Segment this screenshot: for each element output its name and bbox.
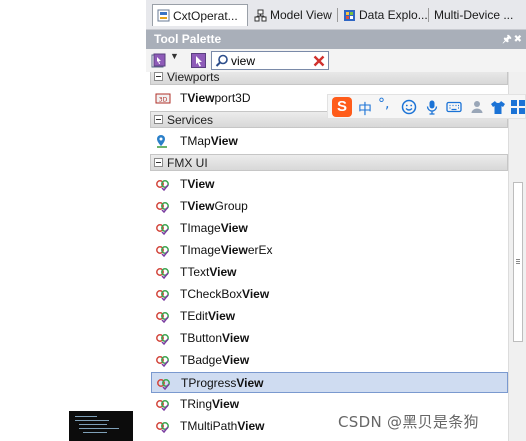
fmx-component-icon xyxy=(156,268,169,280)
ime-punctuation-toggle[interactable]: °, xyxy=(378,96,389,112)
fmx-component-icon xyxy=(156,202,169,214)
palette-toolbar: ▼ xyxy=(146,49,526,72)
pin-icon[interactable]: 🖈 xyxy=(502,34,513,45)
panel-window-buttons: 🖈✖ xyxy=(502,30,524,49)
tab-data-explorer[interactable]: Data Explo... xyxy=(339,4,429,26)
viewport3d-icon: 3D xyxy=(155,93,171,104)
editor-tab-bar: CxtOperat... Model View Data Explo... Mu… xyxy=(146,0,526,30)
component-name: TTextView xyxy=(180,265,237,279)
tab-label: Multi-Device ... xyxy=(434,8,514,22)
component-name: TMapView xyxy=(180,134,238,148)
svg-text:3D: 3D xyxy=(159,97,168,104)
panel-title: Tool Palette xyxy=(154,32,222,46)
tool-palette-title-bar: Tool Palette 🖈✖ xyxy=(146,30,526,49)
component-name: TCheckBoxView xyxy=(180,287,270,301)
tab-model-view[interactable]: Model View xyxy=(250,4,338,26)
component-name: TImageView xyxy=(180,221,248,235)
vertical-scrollbar[interactable] xyxy=(508,72,526,441)
component-ttextview[interactable]: TTextView xyxy=(151,262,508,283)
tab-multi-device[interactable]: Multi-Device ... xyxy=(430,4,526,26)
fmx-component-icon xyxy=(156,246,169,258)
tab-label: Model View xyxy=(270,8,332,22)
component-name: TImageViewerEx xyxy=(180,243,273,257)
category-fmx-ui[interactable]: FMX UI xyxy=(150,154,508,171)
component-tprogressview[interactable]: TProgressView xyxy=(151,372,508,393)
category-label: Viewports xyxy=(167,72,220,84)
pointer-icon[interactable] xyxy=(191,53,206,68)
scrollbar-thumb[interactable] xyxy=(513,182,523,342)
fmx-component-icon xyxy=(156,224,169,236)
sogou-logo-icon[interactable]: S xyxy=(332,97,352,117)
component-tmapview[interactable]: TMapView xyxy=(151,131,508,152)
fmx-component-icon xyxy=(156,356,169,368)
component-tcheckboxview[interactable]: TCheckBoxView xyxy=(151,284,508,305)
model-view-icon xyxy=(254,9,267,21)
fmx-component-icon xyxy=(156,312,169,324)
category-label: Services xyxy=(167,113,214,127)
collapse-icon[interactable] xyxy=(154,158,163,167)
component-name: TEditView xyxy=(180,309,236,323)
search-input[interactable] xyxy=(231,53,307,68)
component-name: TButtonView xyxy=(180,331,250,345)
component-tbuttonview[interactable]: TButtonView xyxy=(151,328,508,349)
component-tviewgroup[interactable]: TViewGroup xyxy=(151,196,508,217)
component-name: TRingView xyxy=(180,397,240,411)
emoji-icon[interactable] xyxy=(401,99,417,115)
collapse-icon[interactable] xyxy=(154,115,163,124)
skin-shirt-icon[interactable] xyxy=(490,99,506,115)
component-list: Viewports 3D TViewport3D Services TMapVi… xyxy=(146,72,508,441)
watermark-text: CSDN @黑贝是条狗 xyxy=(338,413,479,431)
chevron-down-icon[interactable]: ▼ xyxy=(170,51,179,61)
user-icon[interactable] xyxy=(469,99,485,115)
project-icon xyxy=(157,9,170,22)
background-area xyxy=(0,0,146,441)
fmx-component-icon xyxy=(156,422,169,434)
map-pin-icon xyxy=(157,135,167,148)
clear-search-icon[interactable] xyxy=(313,55,325,67)
search-icon xyxy=(215,54,228,67)
component-tbadgeview[interactable]: TBadgeView xyxy=(151,350,508,371)
fmx-component-icon xyxy=(156,334,169,346)
ime-language-toggle[interactable]: 中 xyxy=(358,99,372,119)
keyboard-icon[interactable] xyxy=(446,99,462,115)
microphone-icon[interactable] xyxy=(424,99,440,115)
collapse-icon[interactable] xyxy=(154,72,163,81)
component-name: TMultiPathView xyxy=(180,419,265,433)
categories-icon[interactable] xyxy=(151,53,166,68)
component-name: TView xyxy=(180,177,215,191)
component-timageview[interactable]: TImageView xyxy=(151,218,508,239)
fmx-component-icon xyxy=(156,290,169,302)
palette-search-box xyxy=(211,51,329,70)
component-name: TBadgeView xyxy=(180,353,250,367)
tab-label: Data Explo... xyxy=(359,8,428,22)
category-label: FMX UI xyxy=(167,156,208,170)
tab-label: CxtOperat... xyxy=(173,8,238,23)
ime-toolbar: S 中 °, xyxy=(327,94,526,119)
component-tview[interactable]: TView xyxy=(151,174,508,195)
component-name: TProgressView xyxy=(181,376,264,390)
component-name: TViewGroup xyxy=(180,199,248,213)
thumbnail-image xyxy=(69,411,133,441)
tab-cxtoperat[interactable]: CxtOperat... xyxy=(152,4,248,26)
fmx-component-icon xyxy=(157,379,170,391)
fmx-component-icon xyxy=(156,180,169,192)
fmx-component-icon xyxy=(156,400,169,412)
category-viewports[interactable]: Viewports xyxy=(150,72,508,85)
data-explorer-icon xyxy=(344,9,355,21)
component-timageviewerex[interactable]: TImageViewerEx xyxy=(151,240,508,261)
component-teditview[interactable]: TEditView xyxy=(151,306,508,327)
toolbox-grid-icon[interactable] xyxy=(510,99,526,115)
close-icon[interactable]: ✖ xyxy=(514,34,524,45)
component-name: TViewport3D xyxy=(180,91,251,105)
